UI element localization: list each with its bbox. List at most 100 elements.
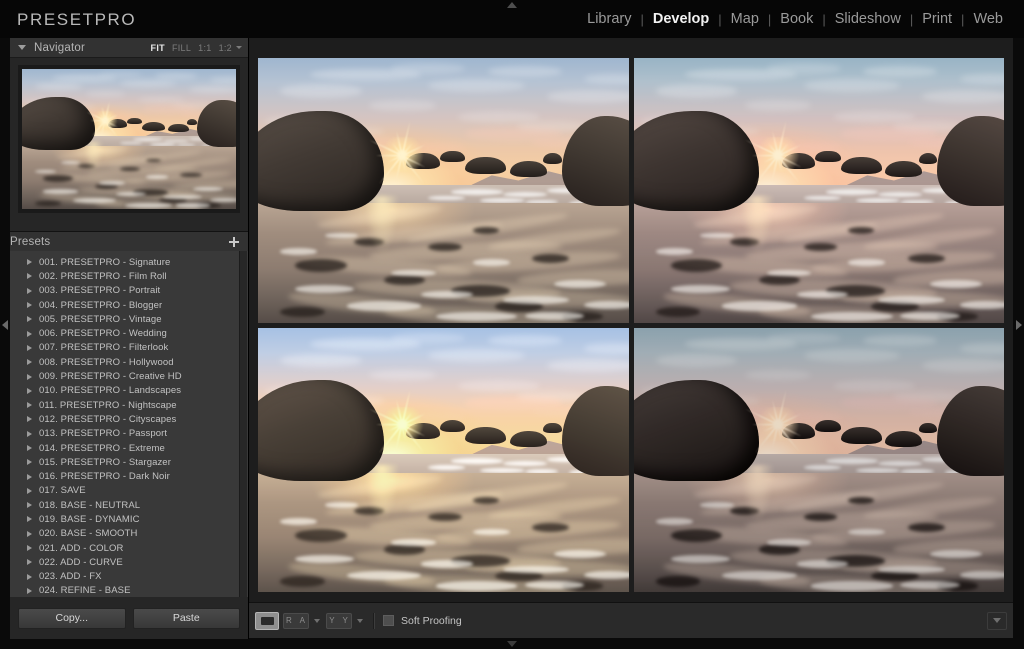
zoom-level-fit[interactable]: FIT — [151, 43, 165, 53]
preset-expand-triangle-icon[interactable] — [27, 516, 32, 523]
preset-item[interactable]: 013. PRESETPRO - Passport — [10, 427, 248, 441]
zoom-level-fill[interactable]: FILL — [172, 43, 191, 53]
preset-expand-triangle-icon[interactable] — [27, 316, 32, 323]
preset-item[interactable]: 023. ADD - FX — [10, 570, 248, 584]
preset-item[interactable]: 001. PRESETPRO - Signature — [10, 255, 248, 269]
preset-expand-triangle-icon[interactable] — [27, 344, 32, 351]
loupe-view-icon[interactable] — [255, 611, 279, 630]
preset-item[interactable]: 006. PRESETPRO - Wedding — [10, 326, 248, 340]
preset-expand-triangle-icon[interactable] — [27, 545, 32, 552]
preset-item[interactable]: 010. PRESETPRO - Landscapes — [10, 384, 248, 398]
preset-expand-triangle-icon[interactable] — [27, 587, 32, 594]
preset-expand-triangle-icon[interactable] — [27, 502, 32, 509]
zoom-level-dropdown-icon[interactable] — [236, 46, 242, 49]
preview-cell-top-right[interactable] — [633, 58, 1004, 323]
module-book[interactable]: Book — [771, 11, 822, 28]
preset-expand-triangle-icon[interactable] — [27, 287, 32, 294]
module-library[interactable]: Library — [578, 11, 640, 28]
preset-expand-triangle-icon[interactable] — [27, 373, 32, 380]
sea-rock — [186, 119, 198, 125]
before-after-view-icon[interactable]: R A — [283, 612, 309, 629]
preset-item[interactable]: 007. PRESETPRO - Filterlook — [10, 341, 248, 355]
preset-expand-triangle-icon[interactable] — [27, 487, 32, 494]
preset-item[interactable]: 005. PRESETPRO - Vintage — [10, 312, 248, 326]
preset-item[interactable]: 016. PRESETPRO - Dark Noir — [10, 469, 248, 483]
cloud — [280, 84, 362, 98]
preset-item[interactable]: 022. ADD - CURVE — [10, 555, 248, 569]
presets-panel-header[interactable]: Presets — [10, 231, 248, 253]
paste-button[interactable]: Paste — [132, 607, 240, 629]
preset-item[interactable]: 019. BASE - DYNAMIC — [10, 512, 248, 526]
preset-expand-triangle-icon[interactable] — [27, 359, 32, 366]
zoom-level-1-1[interactable]: 1:1 — [198, 43, 211, 53]
preset-item[interactable]: 011. PRESETPRO - Nightscape — [10, 398, 248, 412]
preset-item[interactable]: 002. PRESETPRO - Film Roll — [10, 269, 248, 283]
collapse-right-panel-arrow-icon[interactable] — [1016, 319, 1022, 330]
preset-item[interactable]: 004. PRESETPRO - Blogger — [10, 298, 248, 312]
foam-patch — [472, 528, 510, 536]
surf-line — [826, 188, 879, 195]
foam-patch — [99, 181, 125, 185]
navigator-scene — [22, 69, 236, 209]
foam-patch — [472, 259, 510, 266]
module-web[interactable]: Web — [964, 11, 1012, 28]
sea-rock — [465, 157, 507, 175]
preview-cell-top-left[interactable] — [258, 58, 629, 323]
foam-patch — [811, 581, 893, 591]
preset-expand-triangle-icon[interactable] — [27, 459, 32, 466]
preset-expand-triangle-icon[interactable] — [27, 273, 32, 280]
collapse-top-panel-arrow-icon[interactable] — [507, 2, 517, 8]
preset-expand-triangle-icon[interactable] — [27, 387, 32, 394]
preset-item[interactable]: 017. SAVE — [10, 484, 248, 498]
navigator-preview[interactable] — [18, 65, 240, 213]
preset-item[interactable]: 020. BASE - SMOOTH — [10, 527, 248, 541]
copy-button[interactable]: Copy... — [18, 607, 126, 629]
soft-proofing-checkbox[interactable] — [383, 615, 394, 626]
presets-list[interactable]: 001. PRESETPRO - Signature 002. PRESETPRO… — [10, 251, 248, 597]
preset-item[interactable]: 021. ADD - COLOR — [10, 541, 248, 555]
add-preset-plus-icon[interactable] — [228, 236, 240, 248]
preset-expand-triangle-icon[interactable] — [27, 259, 32, 266]
navigator-disclosure-triangle-icon[interactable] — [18, 45, 26, 50]
zoom-level-1-2[interactable]: 1:2 — [219, 43, 232, 53]
split-view-icon[interactable]: Y Y — [326, 612, 352, 629]
preset-expand-triangle-icon[interactable] — [27, 416, 32, 423]
foam-patch — [43, 189, 78, 194]
preset-expand-triangle-icon[interactable] — [27, 573, 32, 580]
preset-item[interactable]: 024. REFINE - BASE — [10, 584, 248, 597]
preset-expand-triangle-icon[interactable] — [27, 559, 32, 566]
preset-item[interactable]: 012. PRESETPRO - Cityscapes — [10, 412, 248, 426]
module-print[interactable]: Print — [913, 11, 961, 28]
module-slideshow[interactable]: Slideshow — [826, 11, 910, 28]
cloud — [391, 63, 466, 74]
preset-expand-triangle-icon[interactable] — [27, 530, 32, 537]
preset-item[interactable]: 008. PRESETPRO - Hollywood — [10, 355, 248, 369]
preset-expand-triangle-icon[interactable] — [27, 302, 32, 309]
preview-cell-bottom-right[interactable] — [633, 327, 1004, 592]
preset-item[interactable]: 015. PRESETPRO - Stargazer — [10, 455, 248, 469]
collapse-left-panel-arrow-icon[interactable] — [2, 319, 8, 330]
foam-patch — [391, 269, 436, 277]
navigator-panel-header[interactable]: Navigator FIT FILL 1:1 1:2 — [10, 38, 248, 58]
preset-expand-triangle-icon[interactable] — [27, 430, 32, 437]
preview-cell-bottom-left[interactable] — [258, 327, 629, 592]
preset-item[interactable]: 018. BASE - NEUTRAL — [10, 498, 248, 512]
preset-expand-triangle-icon[interactable] — [27, 330, 32, 337]
toolbar-options-dropdown-icon[interactable] — [987, 611, 1007, 630]
presets-scrollbar[interactable] — [239, 251, 247, 597]
module-develop[interactable]: Develop — [644, 11, 718, 28]
preset-item[interactable]: 009. PRESETPRO - Creative HD — [10, 369, 248, 383]
split-view-caret-icon[interactable] — [357, 618, 363, 623]
preset-expand-triangle-icon[interactable] — [27, 402, 32, 409]
preset-item[interactable]: 003. PRESETPRO - Portrait — [10, 284, 248, 298]
dark-seaweed-patch — [472, 496, 499, 504]
preset-item[interactable]: 014. PRESETPRO - Extreme — [10, 441, 248, 455]
preset-item-label: 011. PRESETPRO - Nightscape — [39, 399, 177, 411]
before-after-caret-icon[interactable] — [314, 618, 320, 623]
preset-expand-triangle-icon[interactable] — [27, 473, 32, 480]
foam-patch — [554, 549, 607, 558]
module-map[interactable]: Map — [722, 11, 768, 28]
cloud — [546, 89, 629, 103]
collapse-filmstrip-arrow-icon[interactable] — [507, 641, 517, 647]
preset-expand-triangle-icon[interactable] — [27, 445, 32, 451]
